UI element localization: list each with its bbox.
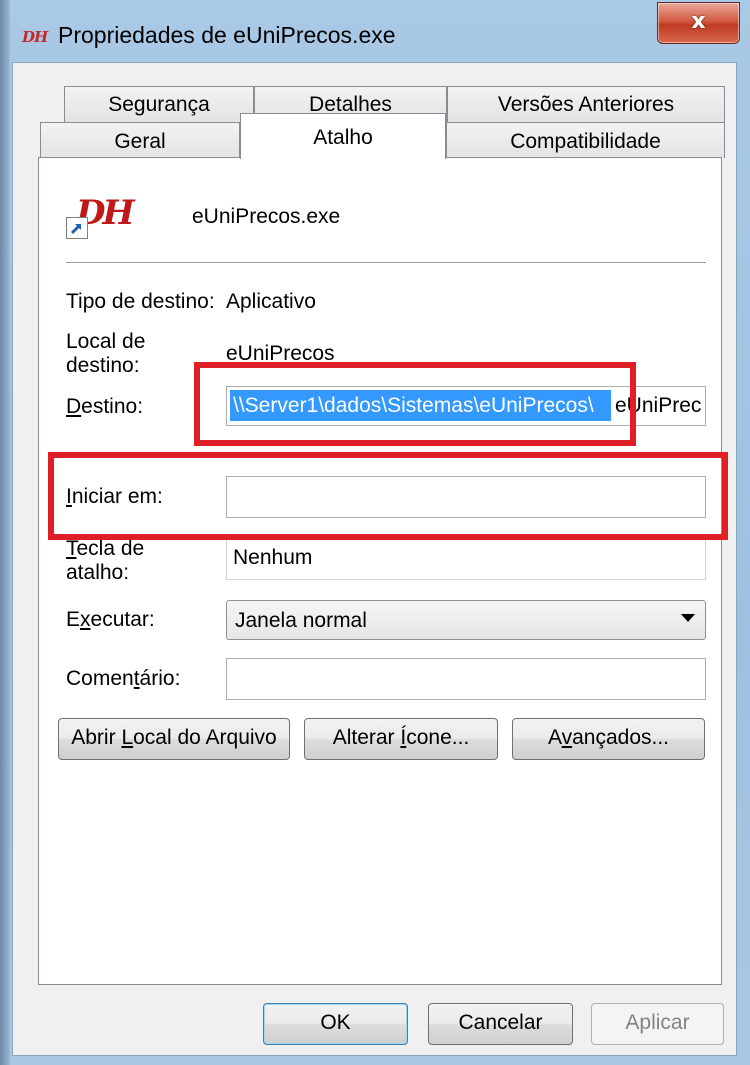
hotkey-label: Tecla de atalho: <box>66 537 145 584</box>
target-type-label: Tipo de destino: <box>66 290 215 313</box>
chevron-down-icon <box>681 614 695 622</box>
shortcut-file-icon: DH <box>66 193 138 243</box>
tab-atalho[interactable]: Atalho <box>240 113 446 159</box>
window-left-edge <box>0 0 10 1065</box>
start-in-label: Iniciar em: <box>66 485 163 508</box>
close-button[interactable]: x <box>657 2 740 44</box>
target-location-value: eUniPrecos <box>226 342 335 365</box>
target-location-label: Local de destino: <box>66 330 146 377</box>
shortcut-arrow-icon <box>66 217 88 239</box>
separator <box>66 262 706 263</box>
ok-button[interactable]: OK <box>263 1003 408 1045</box>
tab-compatibilidade[interactable]: Compatibilidade <box>446 122 725 158</box>
target-selected-text: \\Server1\dados\Sistemas\eUniPrecos\ <box>233 394 594 417</box>
app-icon: DH <box>22 28 48 46</box>
comment-label: Comentário: <box>66 667 181 690</box>
start-in-input[interactable] <box>226 476 706 518</box>
tab-label: Versões Anteriores <box>497 93 675 116</box>
tab-seguranca[interactable]: Segurança <box>64 86 254 122</box>
target-rest-text: eUniPrec <box>615 394 702 417</box>
open-file-location-button[interactable]: Abrir Local do Arquivo <box>58 718 290 760</box>
advanced-button[interactable]: Avançados... <box>512 718 705 760</box>
cancel-button[interactable]: Cancelar <box>428 1003 573 1045</box>
window-title: Propriedades de eUniPrecos.exe <box>58 22 396 48</box>
target-input[interactable]: \\Server1\dados\Sistemas\eUniPrecos\ eUn… <box>226 386 706 426</box>
properties-window: DH Propriedades de eUniPrecos.exe x Segu… <box>0 0 750 1065</box>
tab-label: Atalho <box>313 126 373 149</box>
shortcut-file-name: eUniPrecos.exe <box>192 205 341 228</box>
hotkey-input[interactable]: Nenhum <box>226 536 706 580</box>
target-label: Destino: <box>66 395 144 418</box>
tab-label: Geral <box>114 130 166 153</box>
run-select[interactable]: Janela normal <box>226 600 706 640</box>
change-icon-button[interactable]: Alterar Ícone... <box>304 718 498 760</box>
target-type-value: Aplicativo <box>226 290 316 313</box>
run-label: Executar: <box>66 608 155 631</box>
close-icon: x <box>691 9 706 34</box>
tab-versoes-anteriores[interactable]: Versões Anteriores <box>447 86 725 122</box>
tab-label: Compatibilidade <box>510 130 661 153</box>
tab-geral[interactable]: Geral <box>40 122 240 158</box>
hotkey-value: Nenhum <box>233 546 313 569</box>
comment-input[interactable] <box>226 658 706 700</box>
run-value: Janela normal <box>235 609 367 632</box>
title-bar[interactable]: DH Propriedades de eUniPrecos.exe x <box>0 0 750 62</box>
tab-label: Segurança <box>108 93 210 116</box>
apply-button[interactable]: Aplicar <box>591 1003 724 1045</box>
